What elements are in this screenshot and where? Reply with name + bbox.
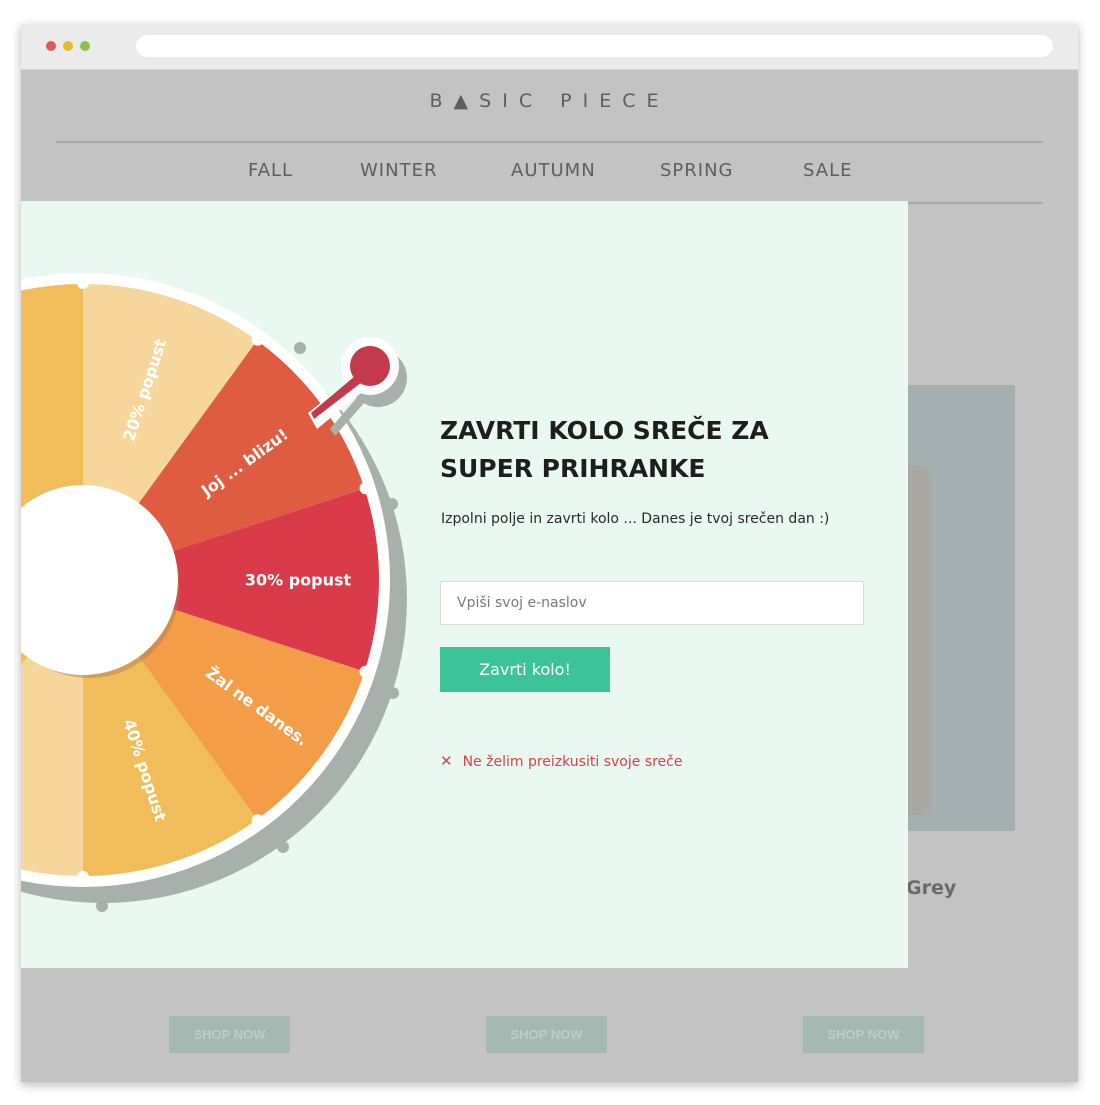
decline-label: Ne želim preizkusiti svoje sreče <box>462 754 683 770</box>
close-icon: ✕ <box>440 752 453 770</box>
decline-link[interactable]: ✕ Ne želim preizkusiti svoje sreče <box>440 752 682 770</box>
wheel-peg <box>77 277 89 289</box>
prize-wheel[interactable]: 20% popust Joj ... blizu! 30% popust Žal… <box>21 201 431 968</box>
maximize-window-dot[interactable] <box>80 41 90 51</box>
spin-wheel-popup: 20% popust Joj ... blizu! 30% popust Žal… <box>21 201 908 968</box>
shop-now-button-3[interactable]: SHOP NOW <box>803 1016 924 1053</box>
product-title[interactable]: Grey <box>906 877 956 899</box>
wheel-pointer-icon[interactable] <box>308 337 407 436</box>
shop-now-button-1[interactable]: SHOP NOW <box>169 1016 290 1053</box>
product-image[interactable] <box>901 385 1015 831</box>
wheel-peg <box>77 871 89 883</box>
nav-spring[interactable]: SPRING <box>660 160 734 181</box>
wheel-peg <box>251 814 264 827</box>
store-logo[interactable]: B▲SIC PIECE <box>21 90 1078 112</box>
nav-fall[interactable]: FALL <box>248 160 293 181</box>
address-bar[interactable] <box>136 35 1053 57</box>
minimize-window-dot[interactable] <box>63 41 73 51</box>
spin-wheel-button[interactable]: Zavrti kolo! <box>440 647 610 692</box>
wheel-peg <box>359 665 372 678</box>
nav-sale[interactable]: SALE <box>803 160 852 181</box>
header-divider <box>56 141 1043 143</box>
shop-now-button-2[interactable]: SHOP NOW <box>486 1016 607 1053</box>
nav-winter[interactable]: WINTER <box>360 160 437 181</box>
email-input[interactable] <box>440 581 864 625</box>
segment-label-30: 30% popust <box>245 571 352 590</box>
popup-subtitle: Izpolni polje in zavrti kolo ... Danes j… <box>441 511 830 527</box>
wheel-peg <box>359 482 372 495</box>
browser-chrome <box>21 24 1078 70</box>
nav-autumn[interactable]: AUTUMN <box>511 160 596 181</box>
popup-title: ZAVRTI KOLO SREČE ZA SUPER PRIHRANKE <box>440 416 769 483</box>
wheel-peg <box>251 333 264 346</box>
close-window-dot[interactable] <box>46 41 56 51</box>
